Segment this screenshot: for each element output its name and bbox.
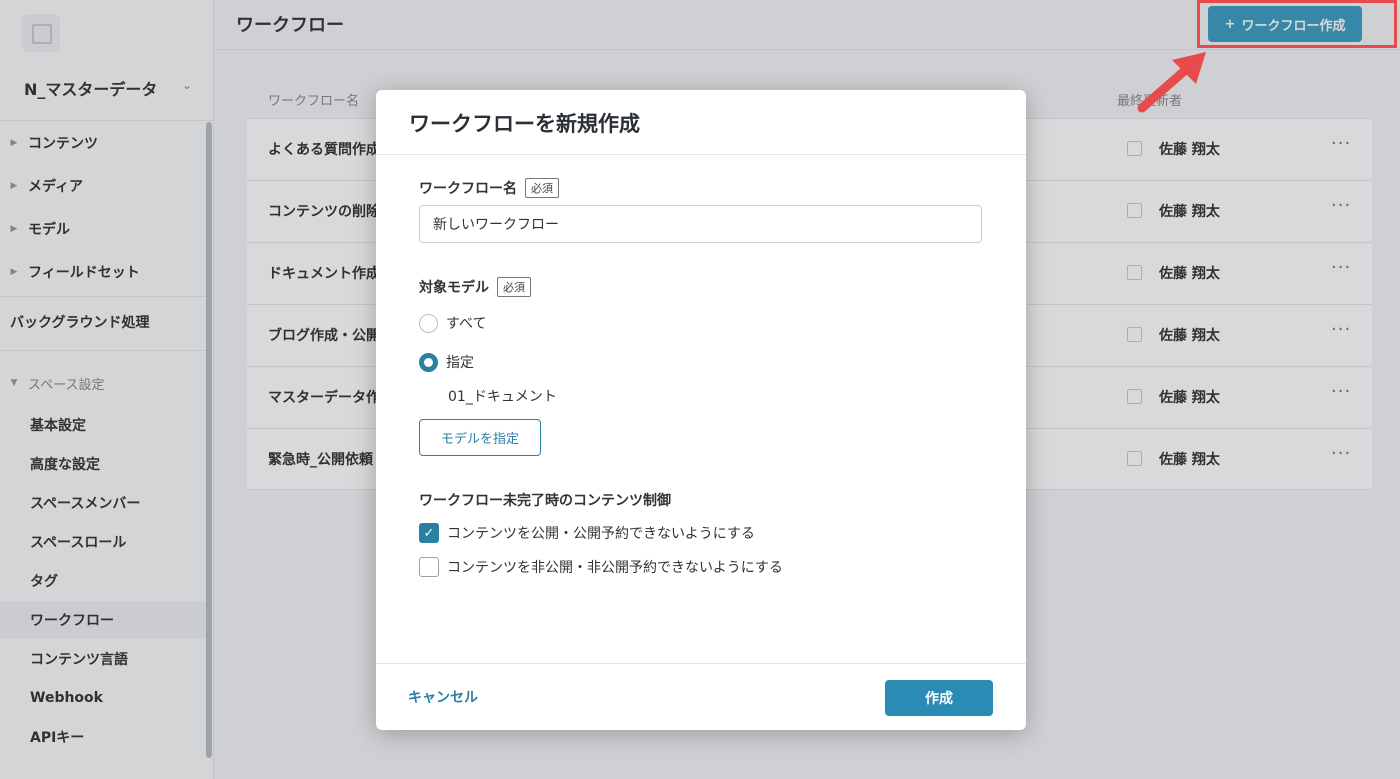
checkbox-block-unpublish[interactable]: コンテンツを非公開・非公開予約できないようにする <box>419 557 783 577</box>
checkbox-checked-icon[interactable]: ✓ <box>419 523 439 543</box>
radio-all[interactable]: すべて <box>419 313 486 333</box>
required-badge: 必須 <box>525 178 559 198</box>
workflow-name-input[interactable]: 新しいワークフロー <box>419 205 982 243</box>
workflow-name-label: ワークフロー名 必須 <box>419 178 559 198</box>
divider <box>376 663 1026 664</box>
modal-title: ワークフローを新規作成 <box>409 112 640 136</box>
checkbox-unchecked-icon[interactable] <box>419 557 439 577</box>
annotation-arrow-icon <box>1137 52 1206 113</box>
selected-model: 01_ドキュメント <box>448 389 557 405</box>
create-workflow-modal: ワークフローを新規作成 ワークフロー名 必須 新しいワークフロー 対象モデル 必… <box>376 90 1026 730</box>
divider <box>376 154 1026 155</box>
cancel-button[interactable]: キャンセル <box>408 687 478 707</box>
radio-checked-icon[interactable] <box>419 352 438 372</box>
target-model-label: 対象モデル 必須 <box>419 277 531 297</box>
specify-model-button[interactable]: モデルを指定 <box>419 419 541 456</box>
annotation-highlight-box <box>1197 0 1397 48</box>
create-button[interactable]: 作成 <box>885 680 993 716</box>
required-badge: 必須 <box>497 277 531 297</box>
radio-unchecked-icon[interactable] <box>419 313 438 333</box>
radio-specific[interactable]: 指定 <box>419 352 474 372</box>
content-control-label: ワークフロー未完了時のコンテンツ制御 <box>419 493 671 509</box>
checkbox-block-publish[interactable]: ✓ コンテンツを公開・公開予約できないようにする <box>419 523 755 543</box>
